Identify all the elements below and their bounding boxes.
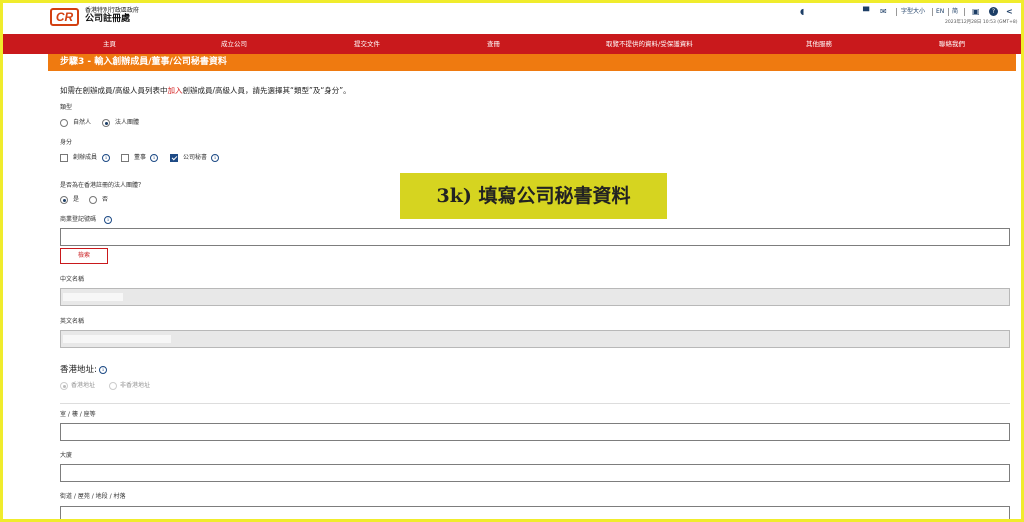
main-nav: 主頁 成立公司 提交文件 查冊 取覽不提供的資料/受保護資料 其他服務 聯絡我們 [3,34,1021,54]
print-icon[interactable]: ▣ [972,7,980,16]
registered-hk-label: 是否為在香港註冊的法人團體？ [60,182,145,189]
lang-en-link[interactable]: EN [936,8,944,16]
search-button[interactable]: 檢索 [60,248,108,264]
identity-director-checkbox[interactable] [121,154,129,162]
share-icon[interactable]: < [1006,7,1013,16]
info-icon[interactable]: i [104,216,112,224]
type-body-corporate-label: 法人團體 [115,119,140,126]
chinese-name-field [60,288,1010,310]
instruction-prefix: 如需在創辦成員/高級人員列表中 [60,86,168,95]
registered-hk-yes-label: 是 [73,196,80,203]
street-input[interactable] [61,512,1009,519]
identity-director-label: 董事 [134,154,147,161]
address-non-hk-label: 非香港地址 [120,382,151,389]
building-label: 大廈 [60,452,73,459]
step-caption-overlay: 3k) 填寫公司秘書資料 [400,173,667,219]
english-name-input[interactable] [61,336,1009,352]
identity-founder-checkbox[interactable] [60,154,68,162]
info-icon[interactable]: i [102,154,110,162]
room-floor-box [60,423,1010,445]
nav-item-incorporation[interactable]: 成立公司 [221,34,247,54]
identity-company-secretary-checkbox[interactable] [170,154,178,162]
info-icon[interactable]: i [211,154,219,162]
header-separator [948,8,949,16]
info-icon[interactable]: i [99,366,107,374]
registered-hk-no-label: 否 [102,196,109,203]
redacted-value [63,335,171,343]
header-datetime: 2023年12月28日 10:53 (GMT+8) [945,20,1018,25]
header-separator [964,8,965,16]
identity-company-secretary-label: 公司秘書 [183,154,208,161]
divider [60,403,1010,404]
font-size-link[interactable]: 字型大小 [901,8,925,16]
chinese-name-input[interactable] [61,294,1009,310]
hk-address-heading: 香港地址: [60,365,97,375]
instruction-suffix: 創辦成員/高級人員，請先選擇其“類型”及“身分”。 [182,86,351,95]
redacted-value [63,293,123,301]
brn-label: 商業登記號碼 [60,216,97,223]
chinese-name-label: 中文名稱 [60,276,85,283]
step-title: 步驟3 - 輸入創辦成員/董事/公司秘書資料 [60,57,227,67]
building-input[interactable] [61,470,1009,486]
type-body-corporate-radio[interactable] [102,119,110,127]
english-name-label: 英文名稱 [60,318,85,325]
org-name-line2: 公司註冊處 [85,14,131,24]
nav-item-contact-us[interactable]: 聯絡我們 [939,34,965,54]
org-name-line1: 香港特別行政區政府 [85,7,140,14]
lang-sc-link[interactable]: 简 [952,8,958,16]
help-icon[interactable]: ? [989,7,998,16]
step-bar: 步驟3 - 輸入創辦成員/董事/公司秘書資料 [48,54,1016,71]
nav-item-protected-info[interactable]: 取覽不提供的資料/受保護資料 [606,34,693,54]
mail-icon[interactable]: ✉ [880,7,887,16]
identity-label: 身分 [60,139,73,146]
identity-founder-label: 創辦成員 [73,154,98,161]
page: CR 香港特別行政區政府 公司註冊處 ◖ ▀ ✉ 字型大小 EN 简 ▣ ? <… [3,3,1021,519]
nav-item-other-services[interactable]: 其他服務 [806,34,832,54]
info-icon[interactable]: i [150,154,158,162]
registered-hk-yes-radio[interactable] [60,196,68,204]
nav-item-submit-documents[interactable]: 提交文件 [354,34,380,54]
building-box [60,464,1010,486]
instruction-text: 如需在創辦成員/高級人員列表中加入創辦成員/高級人員，請先選擇其“類型”及“身分… [60,86,351,96]
address-hk-label: 香港地址 [71,382,96,389]
cr-logo[interactable]: CR [50,8,79,26]
header-separator [932,8,933,16]
street-box [60,506,1010,519]
street-label: 街道 / 屋苑 / 地段 / 村落 [60,493,126,500]
brn-input[interactable] [61,234,1009,250]
nav-item-home[interactable]: 主頁 [103,34,116,54]
brn-input-box [60,228,1010,250]
site-header: CR 香港特別行政區政府 公司註冊處 ◖ ▀ ✉ 字型大小 EN 简 ▣ ? <… [3,3,1021,34]
cart-icon[interactable]: ▀ [863,7,869,16]
type-label: 類型 [60,104,73,111]
type-natural-person-radio[interactable] [60,119,68,127]
english-name-field [60,330,1010,352]
header-separator [896,8,897,16]
address-hk-radio[interactable] [60,382,68,390]
room-floor-input[interactable] [61,429,1009,445]
headset-icon[interactable]: ◖ [800,7,804,16]
instruction-highlight: 加入 [167,86,183,95]
nav-item-search[interactable]: 查冊 [487,34,500,54]
type-natural-person-label: 自然人 [73,119,92,126]
address-non-hk-radio[interactable] [109,382,117,390]
registered-hk-no-radio[interactable] [89,196,97,204]
room-floor-label: 室 / 樓 / 座等 [60,411,96,418]
